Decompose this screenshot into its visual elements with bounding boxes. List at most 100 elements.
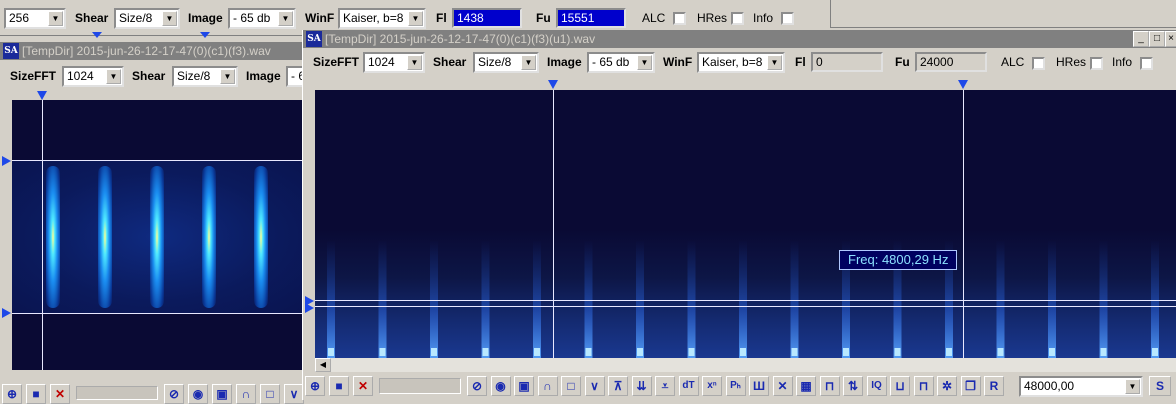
chevron-down-icon[interactable]: ▼ [767, 55, 782, 70]
cross-icon[interactable]: ✕ [772, 376, 793, 396]
chevron-down-icon[interactable]: ▼ [637, 55, 652, 70]
chevron-down-icon[interactable]: ▼ [278, 11, 293, 26]
gear-icon[interactable]: ✲ [937, 376, 957, 396]
cursor-line[interactable] [553, 90, 554, 358]
r-icon[interactable]: R [984, 376, 1004, 396]
wave2-icon[interactable]: ⊓ [913, 376, 934, 396]
shear-select[interactable]: Size/8 ▼ [114, 8, 180, 29]
front-spectrogram[interactable]: Freq: 4800,29 Hz [315, 90, 1176, 358]
signal-streak [790, 240, 799, 358]
hres-checkbox[interactable] [1090, 57, 1103, 70]
zoom-icon[interactable]: ⊕ [305, 376, 325, 396]
pulse-icon[interactable]: ⊓ [819, 376, 840, 396]
chevron-down-icon[interactable]: ▼ [106, 69, 121, 84]
close-icon[interactable]: ✕ [353, 376, 373, 396]
fu-field[interactable]: 15551 [556, 8, 626, 28]
chevron-down-icon[interactable]: ▼ [521, 55, 536, 70]
wave-icon[interactable]: ⊔ [890, 376, 910, 396]
shear-select[interactable]: Size/8 ▼ [172, 66, 238, 87]
copy-icon[interactable]: ❐ [960, 376, 981, 396]
marker-icon[interactable] [548, 80, 558, 89]
sizefft-select[interactable]: 1024 ▼ [62, 66, 124, 87]
fl-field[interactable]: 1438 [452, 8, 522, 28]
horizontal-scrollbar[interactable]: ◀ [315, 358, 1176, 372]
chevron-down-icon[interactable]: ▼ [162, 11, 177, 26]
marker-icon[interactable] [305, 303, 314, 313]
close-icon[interactable]: ✕ [50, 384, 70, 404]
dt-icon[interactable]: dT [678, 376, 699, 396]
down-arrows-icon[interactable]: ⇊ [631, 376, 652, 396]
chevron-down-icon[interactable]: ▼ [1125, 379, 1140, 394]
signal-streak [430, 240, 438, 358]
chevron-down-icon[interactable]: ▼ [408, 11, 423, 26]
winf-select[interactable]: Kaiser, b=8 ▼ [697, 52, 785, 73]
tuner-icon[interactable]: ⊼ [608, 376, 628, 396]
cursor-line[interactable] [12, 313, 302, 314]
stop-icon[interactable]: ■ [26, 384, 46, 404]
stop-icon[interactable]: ■ [329, 376, 349, 396]
info-checkbox[interactable] [781, 12, 794, 25]
progress-bar [379, 378, 461, 394]
merge-icon[interactable]: ⩡ [655, 376, 675, 396]
cursor-line[interactable] [315, 300, 1176, 301]
sizefft-select[interactable]: 256 ▼ [4, 8, 66, 29]
marker-icon[interactable] [2, 156, 11, 166]
image-label: Image [547, 55, 582, 69]
speaker-icon[interactable]: ◉ [188, 384, 208, 404]
rect-icon[interactable]: □ [260, 384, 280, 404]
speaker-icon[interactable]: ◉ [490, 376, 511, 396]
fl-field[interactable]: 0 [811, 52, 883, 72]
grid-icon[interactable]: ▦ [796, 376, 816, 396]
marker-icon[interactable] [958, 80, 968, 89]
image-select[interactable]: - 6 [286, 66, 302, 87]
chevron-down-icon[interactable]: ▼ [407, 55, 422, 70]
chevron-down-icon[interactable]: ▼ [220, 69, 235, 84]
sizefft-select[interactable]: 1024 ▼ [363, 52, 425, 73]
maximize-button[interactable]: □ [1149, 31, 1165, 47]
xn-icon[interactable]: xⁿ [702, 376, 722, 396]
cursor-line[interactable] [315, 306, 1176, 307]
winf-select[interactable]: Kaiser, b=8 ▼ [338, 8, 426, 29]
signal-peak [740, 348, 746, 356]
info-checkbox[interactable] [1140, 57, 1153, 70]
zoom-icon[interactable]: ⊕ [2, 384, 22, 404]
comb-icon[interactable]: Ш [749, 376, 769, 396]
signal-peak [997, 348, 1004, 356]
back-window-titlebar[interactable]: SA [TempDir] 2015-jun-26-12-17-47(0)(c1)… [0, 42, 302, 60]
ph-icon[interactable]: Pₕ [725, 376, 746, 396]
s-button[interactable]: S [1149, 376, 1171, 396]
marker-icon[interactable] [2, 308, 11, 318]
image-label: Image [188, 11, 223, 25]
rect-icon[interactable]: □ [561, 376, 581, 396]
hres-checkbox[interactable] [731, 12, 744, 25]
square-icon[interactable]: ▣ [212, 384, 232, 404]
image-select[interactable]: - 65 db ▼ [587, 52, 655, 73]
no-icon[interactable]: ⊘ [164, 384, 184, 404]
back-spectrogram[interactable] [12, 100, 302, 370]
minimize-button[interactable]: _ [1133, 31, 1149, 47]
fu-field[interactable]: 24000 [915, 52, 987, 72]
scroll-left-icon[interactable]: ◀ [315, 358, 331, 372]
chevron-down-icon[interactable]: ▼ [48, 11, 63, 26]
rate-select[interactable]: 48000,00 ▼ [1019, 376, 1143, 397]
updown-icon[interactable]: ⇅ [843, 376, 863, 396]
marker-icon[interactable] [37, 91, 47, 100]
cursor-line[interactable] [12, 160, 302, 161]
square-icon[interactable]: ▣ [514, 376, 534, 396]
close-button[interactable]: × [1165, 31, 1176, 47]
arc-icon[interactable]: ∩ [236, 384, 256, 404]
front-window-title: [TempDir] 2015-jun-26-12-17-47(0)(c1)(f3… [325, 32, 596, 46]
cursor-line[interactable] [963, 90, 964, 358]
arc-icon[interactable]: ∩ [537, 376, 558, 396]
alc-checkbox[interactable] [1032, 57, 1045, 70]
image-select[interactable]: - 65 db ▼ [228, 8, 296, 29]
cursor-line[interactable] [42, 100, 43, 370]
no-icon[interactable]: ⊘ [467, 376, 487, 396]
v-icon[interactable]: ∨ [284, 384, 304, 404]
v-icon[interactable]: ∨ [584, 376, 605, 396]
front-window-titlebar[interactable]: SA [TempDir] 2015-jun-26-12-17-47(0)(c1)… [303, 30, 1176, 48]
shear-select[interactable]: Size/8 ▼ [473, 52, 539, 73]
iq-icon[interactable]: IQ [866, 376, 887, 396]
signal-peak [843, 348, 849, 356]
alc-checkbox[interactable] [673, 12, 686, 25]
